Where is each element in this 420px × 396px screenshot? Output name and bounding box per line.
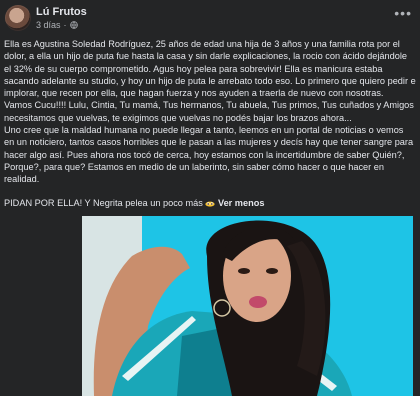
author-avatar[interactable] (5, 5, 31, 31)
globe-icon (69, 21, 78, 29)
post-photo[interactable] (0, 216, 420, 396)
post-paragraph-1: Ella es Agustina Soledad Rodríguez, 25 a… (4, 39, 416, 99)
post-paragraph-2: Vamos Cucu!!!! Lulu, Cintia, Tu mamá, Tu… (4, 100, 414, 123)
more-options-icon[interactable]: ••• (394, 6, 412, 20)
author-name[interactable]: Lú Frutos (36, 6, 87, 18)
post-paragraph-4-line: PIDAN POR ELLA! Y Negrita pelea un poco … (4, 197, 416, 209)
photo-illustration (82, 216, 413, 396)
meta-separator: · (63, 20, 67, 30)
post-meta: 3 días · (36, 20, 78, 30)
see-less-link[interactable]: Ver menos (218, 198, 264, 208)
post-paragraph-4: PIDAN POR ELLA! Y Negrita pelea un poco … (4, 197, 203, 208)
post-header: Lú Frutos 3 días · ••• (0, 0, 420, 38)
pleading-eyes-emoji (205, 201, 215, 207)
post-body: Ella es Agustina Soledad Rodríguez, 25 a… (4, 38, 416, 209)
photo-image[interactable] (82, 216, 413, 396)
post-paragraph-3: Uno cree que la maldad humana no puede l… (4, 125, 414, 185)
post-time[interactable]: 3 días (36, 20, 61, 30)
